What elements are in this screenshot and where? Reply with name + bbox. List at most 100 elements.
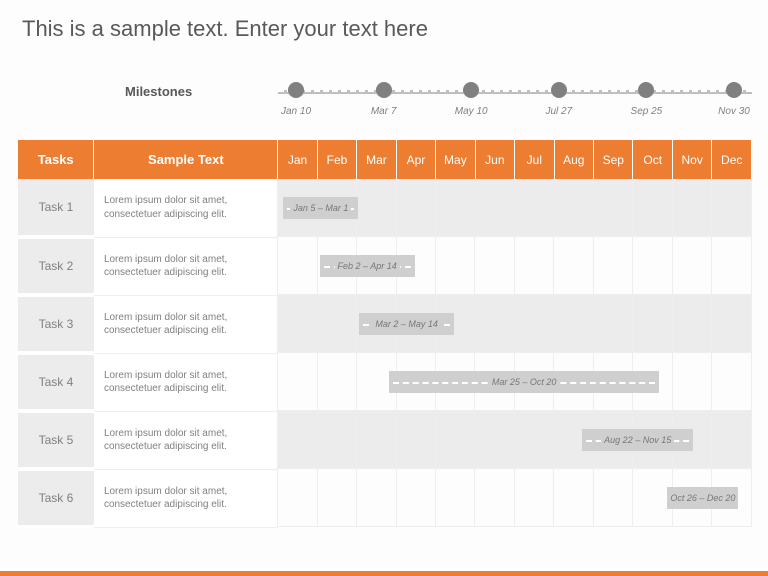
month-cell xyxy=(475,469,514,527)
footer-accent-line xyxy=(0,571,768,576)
month-cell xyxy=(278,295,317,353)
month-cell xyxy=(515,469,554,527)
month-cell xyxy=(318,411,357,469)
header-sample-text: Sample Text xyxy=(94,140,278,179)
gantt-bar: Aug 22 – Nov 15 xyxy=(582,429,693,451)
month-cell xyxy=(436,469,475,527)
table-row: Task 1Lorem ipsum dolor sit amet, consec… xyxy=(18,179,752,237)
month-cell xyxy=(436,179,475,237)
month-cell xyxy=(594,469,633,527)
table-row: Task 4Lorem ipsum dolor sit amet, consec… xyxy=(18,353,752,411)
task-description-cell: Lorem ipsum dolor sit amet, consectetuer… xyxy=(94,411,278,469)
month-cell xyxy=(475,295,514,353)
gantt-bar-label: Oct 26 – Dec 20 xyxy=(667,493,738,503)
task-description-cell: Lorem ipsum dolor sit amet, consectetuer… xyxy=(94,469,278,527)
month-cell xyxy=(475,411,514,469)
milestone-date-label: Jan 10 xyxy=(281,106,311,117)
header-month: Dec xyxy=(712,140,752,179)
month-cell xyxy=(397,411,436,469)
milestone-date-label: Mar 7 xyxy=(371,106,397,117)
month-cell xyxy=(357,411,396,469)
month-cell xyxy=(673,179,712,237)
gantt-bar-label: Mar 25 – Oct 20 xyxy=(489,377,560,387)
month-cell xyxy=(515,411,554,469)
month-cell xyxy=(633,179,672,237)
month-cell xyxy=(712,179,751,237)
month-cell xyxy=(712,411,751,469)
table-row: Task 6Lorem ipsum dolor sit amet, consec… xyxy=(18,469,752,527)
milestone-date-label: Nov 30 xyxy=(718,106,750,117)
header-month: Aug xyxy=(554,140,593,179)
task-description-cell: Lorem ipsum dolor sit amet, consectetuer… xyxy=(94,179,278,237)
milestone-dot xyxy=(638,82,654,98)
month-cell xyxy=(278,237,317,295)
page-title: This is a sample text. Enter your text h… xyxy=(22,16,428,42)
task-description-cell: Lorem ipsum dolor sit amet, consectetuer… xyxy=(94,353,278,411)
gantt-bar-label: Feb 2 – Apr 14 xyxy=(335,261,400,271)
table-row: Task 2Lorem ipsum dolor sit amet, consec… xyxy=(18,237,752,295)
table-header-row: Tasks Sample Text Jan Feb Mar Apr May Ju… xyxy=(18,140,752,179)
month-cell xyxy=(673,295,712,353)
gantt-cell: Mar 25 – Oct 20 xyxy=(278,353,752,411)
month-cell xyxy=(594,237,633,295)
month-cell xyxy=(554,469,593,527)
milestone-date-label: May 10 xyxy=(455,106,488,117)
gantt-bar: Mar 25 – Oct 20 xyxy=(389,371,660,393)
month-cell xyxy=(554,237,593,295)
month-cell xyxy=(397,179,436,237)
month-cell xyxy=(673,237,712,295)
task-name-cell: Task 2 xyxy=(18,237,94,295)
table-row: Task 5Lorem ipsum dolor sit amet, consec… xyxy=(18,411,752,469)
gantt-bar: Oct 26 – Dec 20 xyxy=(667,487,738,509)
gantt-cell: Aug 22 – Nov 15 xyxy=(278,411,752,469)
month-cell xyxy=(515,237,554,295)
milestones-label: Milestones xyxy=(125,84,192,99)
month-cell xyxy=(712,237,751,295)
header-month: Jul xyxy=(515,140,554,179)
task-name-cell: Task 5 xyxy=(18,411,94,469)
month-cell xyxy=(318,469,357,527)
month-cell xyxy=(436,237,475,295)
month-cell xyxy=(278,411,317,469)
month-cell xyxy=(712,295,751,353)
header-month: Mar xyxy=(357,140,396,179)
milestone-date-label: Jul 27 xyxy=(545,106,572,117)
table-row: Task 3Lorem ipsum dolor sit amet, consec… xyxy=(18,295,752,353)
gantt-bar-label: Aug 22 – Nov 15 xyxy=(601,435,674,445)
gantt-cell: Feb 2 – Apr 14 xyxy=(278,237,752,295)
month-cell xyxy=(475,237,514,295)
header-month: Jun xyxy=(475,140,514,179)
month-cell xyxy=(712,353,751,411)
task-description-cell: Lorem ipsum dolor sit amet, consectetuer… xyxy=(94,237,278,295)
month-cell xyxy=(515,179,554,237)
gantt-cell: Oct 26 – Dec 20 xyxy=(278,469,752,527)
month-cell xyxy=(594,295,633,353)
month-cell xyxy=(673,353,712,411)
gantt-cell: Jan 5 – Mar 1 xyxy=(278,179,752,237)
month-cell xyxy=(318,353,357,411)
month-cell xyxy=(357,469,396,527)
milestone-dot xyxy=(551,82,567,98)
month-cell xyxy=(278,353,317,411)
header-month: Feb xyxy=(317,140,356,179)
milestones-track: Jan 10Mar 7May 10Jul 27Sep 25Nov 30 xyxy=(278,80,752,104)
gantt-bar-label: Mar 2 – May 14 xyxy=(372,319,441,329)
task-name-cell: Task 4 xyxy=(18,353,94,411)
month-cell xyxy=(594,179,633,237)
task-name-cell: Task 6 xyxy=(18,469,94,527)
header-month: Oct xyxy=(633,140,672,179)
gantt-bar: Mar 2 – May 14 xyxy=(359,313,454,335)
header-month: Jan xyxy=(278,140,317,179)
gantt-bar: Feb 2 – Apr 14 xyxy=(320,255,415,277)
month-cell xyxy=(397,469,436,527)
milestone-dot xyxy=(726,82,742,98)
month-cell xyxy=(554,295,593,353)
milestone-dot xyxy=(288,82,304,98)
header-tasks: Tasks xyxy=(18,140,94,179)
gantt-table: Tasks Sample Text Jan Feb Mar Apr May Ju… xyxy=(18,140,752,529)
milestone-line-dash xyxy=(278,89,752,92)
month-cell xyxy=(318,295,357,353)
gantt-bar: Jan 5 – Mar 1 xyxy=(283,197,358,219)
milestone-dot xyxy=(463,82,479,98)
header-month: Nov xyxy=(672,140,711,179)
